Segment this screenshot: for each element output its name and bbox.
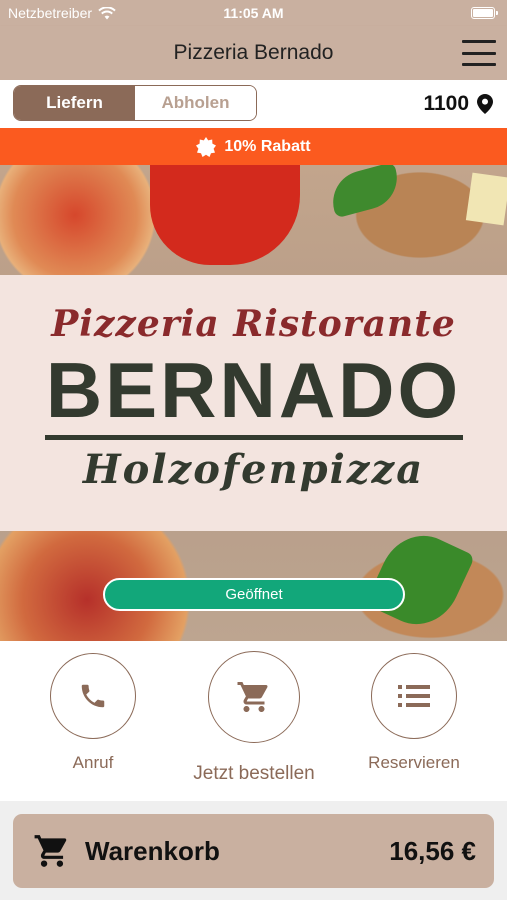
badge-star-icon	[196, 136, 217, 157]
postal-code: 1100	[423, 92, 469, 115]
discount-text: 10% Rabatt	[224, 137, 311, 155]
cart-area: Warenkorb 16,56 €	[0, 801, 507, 900]
quick-actions: Anruf Jetzt bestellen Reservieren	[0, 641, 507, 801]
logo-divider	[44, 435, 463, 440]
cart-button[interactable]: Warenkorb 16,56 €	[13, 814, 494, 888]
order-now-button[interactable]: Jetzt bestellen	[188, 651, 320, 785]
phone-icon	[81, 684, 105, 708]
reserve-button[interactable]: Reservieren	[349, 653, 479, 773]
logo-line-1: Pizzeria Ristorante	[51, 303, 456, 345]
app-header: Pizzeria Bernado	[0, 26, 507, 80]
pizza-image-top	[0, 165, 170, 275]
delivery-row: Liefern Abholen 1100	[0, 80, 507, 128]
order-label: Jetzt bestellen	[193, 763, 315, 784]
hamburger-menu-icon[interactable]	[462, 40, 496, 66]
open-status-badge: Geöffnet	[103, 578, 405, 611]
call-button[interactable]: Anruf	[28, 653, 158, 773]
order-button-circle	[208, 651, 300, 743]
reserve-button-circle	[371, 653, 457, 739]
call-label: Anruf	[72, 753, 114, 772]
cart-label: Warenkorb	[85, 835, 220, 866]
logo-line-3: Holzofenpizza	[82, 446, 425, 493]
logo-brand: BERNADO	[45, 346, 462, 434]
call-button-circle	[50, 653, 136, 739]
hero-banner: Pizzeria Ristorante BERNADO Holzofenpizz…	[0, 165, 507, 641]
discount-banner[interactable]: 10% Rabatt	[0, 128, 507, 165]
herb-image	[326, 165, 404, 219]
restaurant-logo: Pizzeria Ristorante BERNADO Holzofenpizz…	[0, 275, 507, 531]
cart-total: 16,56 €	[389, 835, 476, 866]
battery-icon	[471, 7, 498, 19]
delivery-mode-toggle: Liefern Abholen	[13, 85, 257, 121]
cart-icon	[34, 835, 67, 867]
list-icon	[398, 685, 430, 707]
clock: 11:05 AM	[223, 5, 284, 21]
pepper-image	[150, 165, 300, 265]
delivery-option-abholen[interactable]: Abholen	[135, 86, 256, 120]
reserve-label: Reservieren	[368, 753, 460, 772]
page-title: Pizzeria Bernado	[173, 41, 334, 64]
postal-code-selector[interactable]: 1100	[423, 92, 493, 116]
cart-icon	[237, 682, 268, 712]
status-bar: Netzbetreiber 11:05 AM	[0, 0, 507, 26]
cheese-image	[465, 172, 507, 226]
delivery-option-liefern[interactable]: Liefern	[14, 86, 135, 120]
map-pin-icon	[477, 94, 493, 114]
